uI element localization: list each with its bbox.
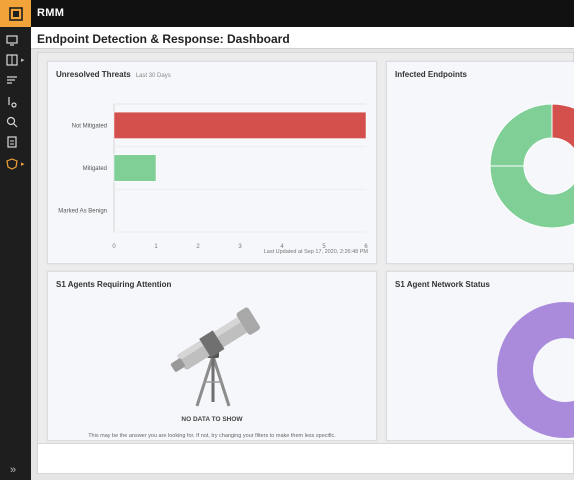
list-icon	[7, 76, 17, 84]
x-tick-label: 0	[112, 244, 116, 250]
donut-slice[interactable]	[551, 103, 574, 166]
search-icon	[6, 116, 18, 128]
monitor-icon	[6, 35, 18, 46]
unresolved-threats-card: Unresolved Threats Last 30 Days 0 1 2 3 4 5 6 No…	[47, 61, 377, 264]
page-title: Endpoint Detection & Response: Dashboard	[37, 32, 290, 46]
bar-mitigated[interactable]	[113, 154, 157, 182]
agents-attention-card: S1 Agents Requiring Attention NO DATA TO…	[47, 271, 377, 441]
report-icon	[7, 136, 17, 148]
telescope-icon	[170, 307, 260, 407]
logo-icon	[8, 6, 23, 21]
nav-item-monitor[interactable]	[5, 33, 25, 49]
nav-item-report[interactable]	[5, 135, 25, 151]
last-updated-text: Last Updated at Sep 17, 2020, 2:26:48 PM	[263, 249, 368, 255]
app-frame: ▸ ▸ » RMM Endpoint Detection & Response: …	[0, 0, 574, 480]
infected-endpoints-donut	[489, 103, 574, 229]
top-bar: RMM	[31, 0, 574, 27]
infected-endpoints-card: Infected Endpoints	[386, 61, 574, 264]
threats-bar-chart: 0 1 2 3 4 5 6Not MitigatedMitigatedMarked As B…	[58, 103, 368, 250]
category-label: Marked As Benign	[58, 209, 107, 215]
network-icon	[8, 97, 17, 108]
x-tick-label: 1	[154, 244, 158, 250]
app-logo[interactable]	[0, 0, 31, 27]
no-data-message: This may be the answer you are looking f…	[88, 433, 336, 439]
nav-item-search[interactable]	[5, 115, 25, 131]
nav-item-shield[interactable]: ▸	[5, 157, 25, 173]
nav-item-grid[interactable]: ▸	[5, 53, 25, 69]
donut-slice[interactable]	[489, 103, 553, 167]
page-header: Endpoint Detection & Response: Dashboard	[31, 27, 574, 49]
nav-item-network[interactable]	[5, 95, 25, 111]
bottom-strip	[38, 443, 573, 473]
x-tick-label: 2	[196, 244, 200, 250]
donut-slice[interactable]	[489, 165, 574, 229]
no-data-label: NO DATA TO SHOW	[181, 416, 243, 423]
nav-item-list[interactable]	[5, 73, 25, 89]
expand-nav-icon[interactable]: »	[10, 464, 16, 476]
network-status-donut	[497, 302, 574, 438]
shield-icon	[6, 158, 18, 170]
submenu-caret-icon: ▸	[21, 57, 25, 64]
app-name: RMM	[37, 7, 65, 19]
bar-not-mitigated[interactable]	[113, 111, 367, 139]
category-label: Not Mitigated	[72, 123, 107, 129]
category-label: Mitigated	[83, 166, 107, 172]
nav-rail: ▸ ▸ »	[0, 0, 31, 480]
grid-icon	[6, 54, 18, 66]
network-status-card: S1 Agent Network Status	[386, 271, 574, 441]
submenu-caret-icon: ▸	[21, 161, 25, 168]
agents-attention-title: S1 Agents Requiring Attention	[56, 280, 172, 289]
donut-slice[interactable]	[497, 302, 574, 438]
x-tick-label: 3	[238, 244, 242, 250]
